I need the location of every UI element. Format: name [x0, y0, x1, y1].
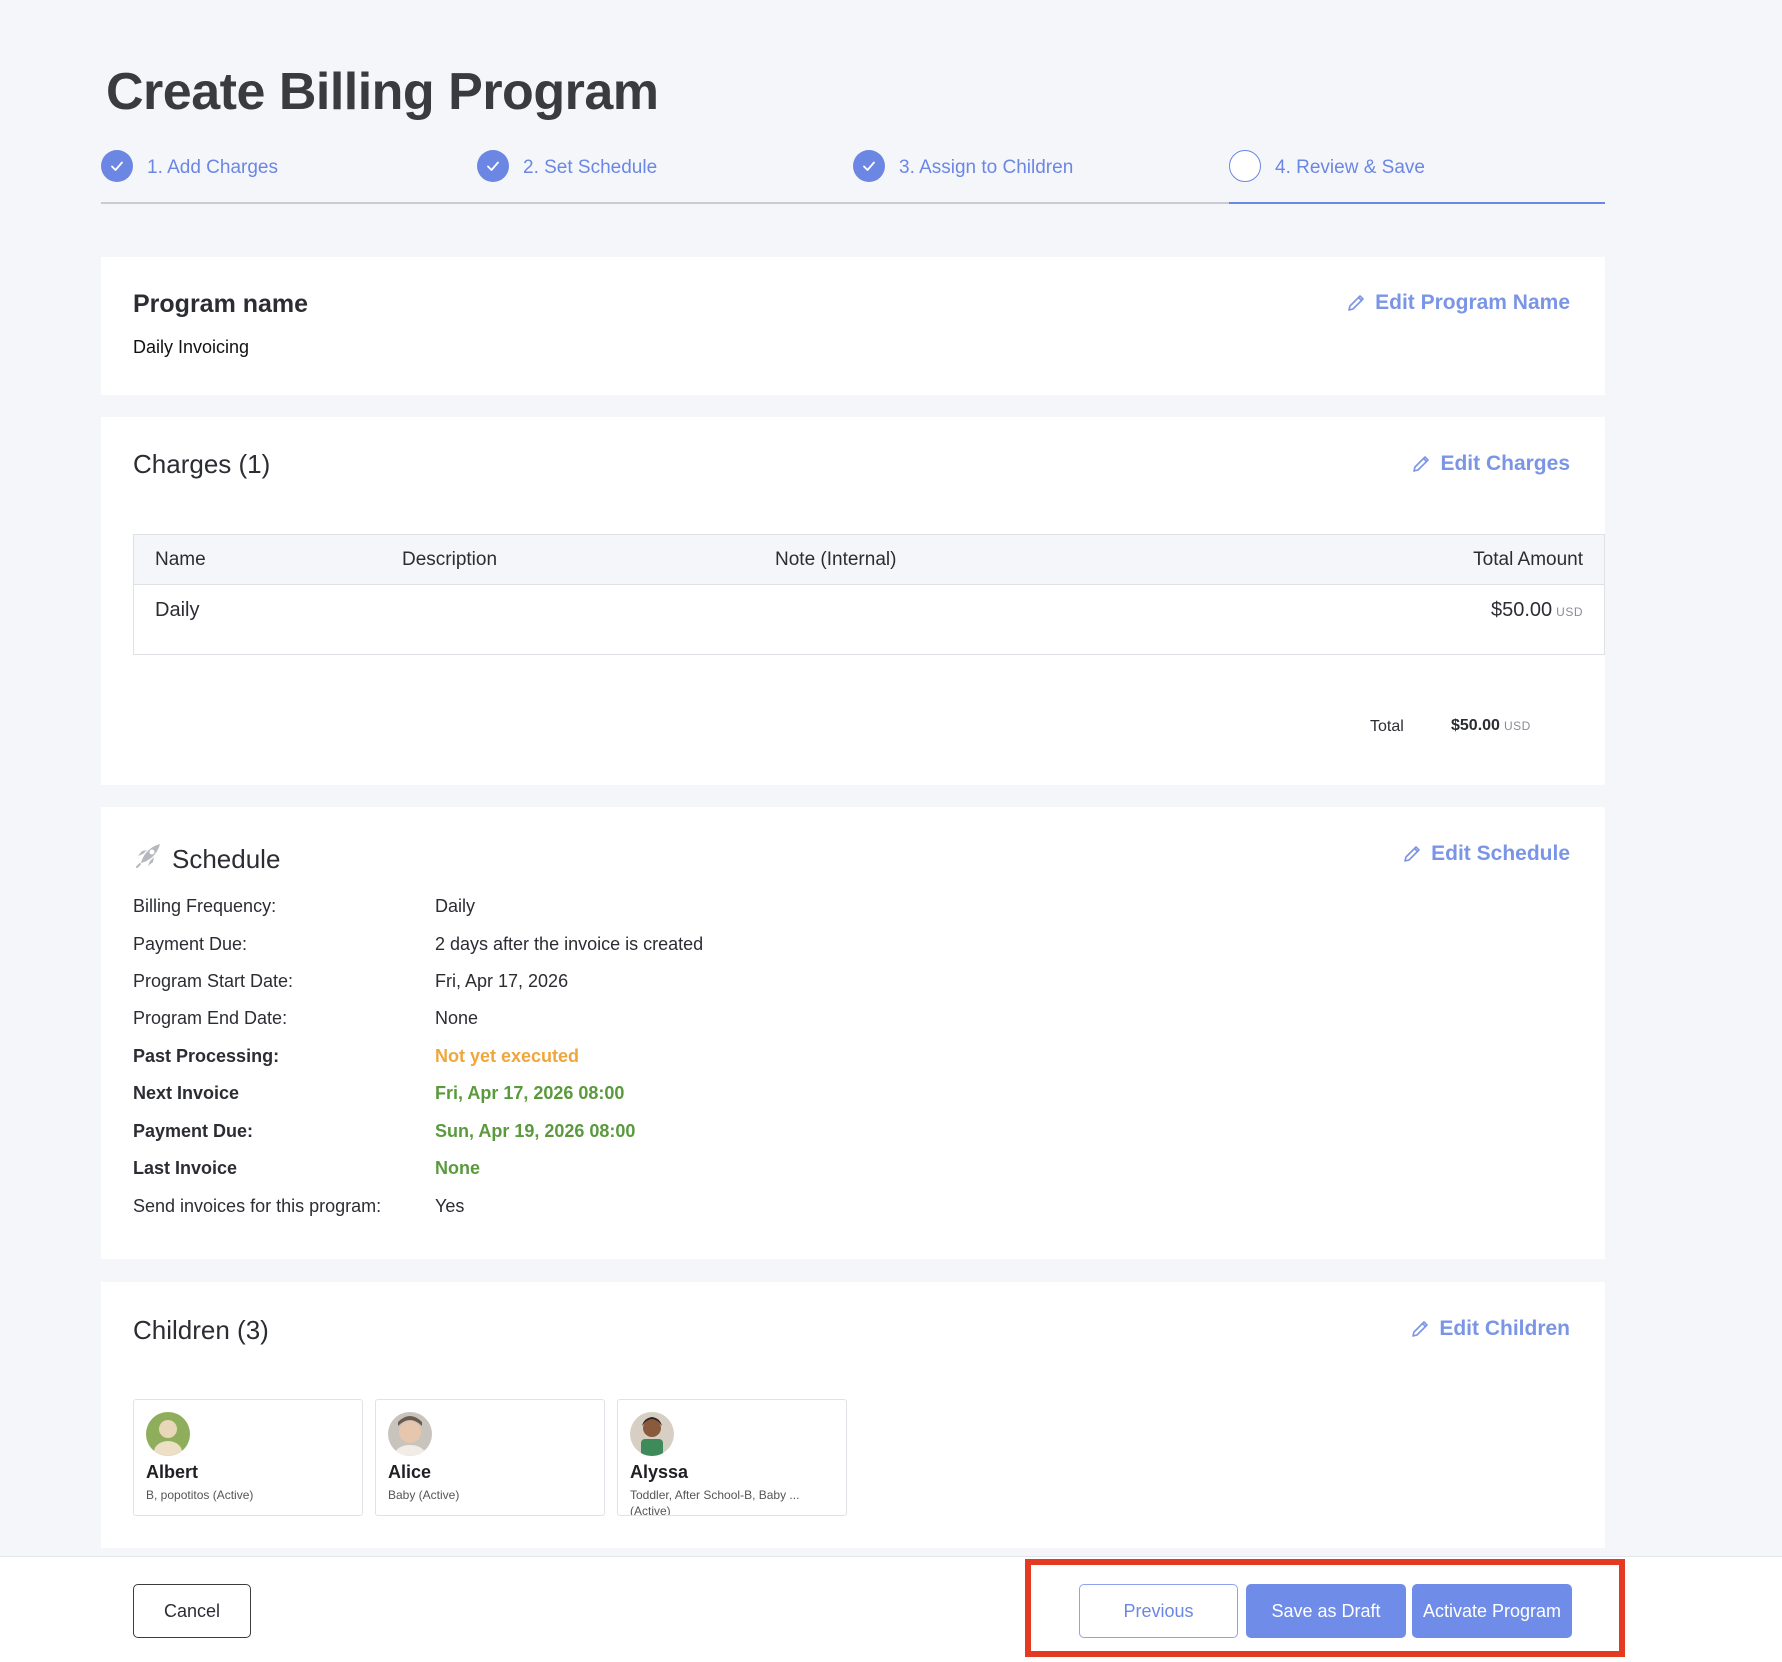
child-name: Alice: [388, 1462, 432, 1482]
step-add-charges[interactable]: 1. Add Charges: [101, 148, 477, 204]
pencil-icon: [1404, 846, 1420, 862]
program-end-date-value: None: [435, 1008, 479, 1028]
step-review-save[interactable]: 4. Review & Save: [1229, 148, 1605, 204]
billing-frequency-label: Billing Frequency:: [133, 896, 277, 916]
children-card: Children (3) Edit Children Albert B, pop…: [101, 1282, 1605, 1548]
edit-program-name-button[interactable]: Edit Program Name: [1345, 291, 1570, 315]
pencil-icon: [1412, 1321, 1429, 1337]
past-processing-value: Not yet executed: [435, 1046, 580, 1066]
step-set-schedule[interactable]: 2. Set Schedule: [477, 148, 853, 204]
avatar: [630, 1412, 674, 1456]
activate-program-button[interactable]: Activate Program: [1412, 1584, 1572, 1638]
next-invoice-value: Fri, Apr 17, 2026 08:00: [435, 1083, 625, 1103]
total-amount: $50.00: [1451, 717, 1500, 734]
children-heading: Children (3): [133, 1315, 269, 1345]
program-start-date-label: Program Start Date:: [133, 971, 294, 991]
child-name: Albert: [146, 1462, 199, 1482]
pencil-icon: [1413, 456, 1430, 472]
edit-schedule-button[interactable]: Edit Schedule: [1401, 842, 1570, 866]
past-processing-label: Past Processing:: [133, 1046, 280, 1066]
child-detail: Baby (Active): [388, 1488, 460, 1502]
program-name-card: Program name Daily Invoicing Edit Progra…: [101, 257, 1605, 395]
step-label: 3. Assign to Children: [899, 157, 1074, 178]
column-header-total-amount: Total Amount: [1473, 549, 1583, 570]
edit-charges-button[interactable]: Edit Charges: [1410, 452, 1570, 476]
program-start-date-value: Fri, Apr 17, 2026: [435, 971, 569, 991]
page-title: Create Billing Program: [106, 63, 659, 121]
edit-schedule-label: Edit Schedule: [1431, 842, 1570, 865]
avatar: [146, 1412, 190, 1456]
total-currency: USD: [1503, 719, 1531, 733]
send-invoices-value: Yes: [435, 1196, 465, 1216]
payment-due-rule-label: Payment Due:: [133, 934, 248, 954]
child-card-albert[interactable]: Albert B, popotitos (Active): [133, 1399, 363, 1516]
charge-name: Daily: [155, 599, 200, 621]
edit-charges-label: Edit Charges: [1440, 452, 1570, 475]
child-card-alyssa[interactable]: Alyssa Toddler, After School-B, Baby ...…: [617, 1399, 847, 1516]
table-header: Name Description Note (Internal) Total A…: [134, 535, 1604, 585]
check-icon: [477, 150, 509, 182]
child-name: Alyssa: [630, 1462, 689, 1482]
column-header-name: Name: [155, 549, 206, 570]
step-assign-children[interactable]: 3. Assign to Children: [853, 148, 1229, 204]
billing-frequency-value: Daily: [435, 896, 476, 916]
cancel-button[interactable]: Cancel: [133, 1584, 251, 1638]
child-detail: B, popotitos (Active): [146, 1488, 254, 1502]
charges-card: Charges (1) Edit Charges Name Descriptio…: [101, 417, 1605, 785]
child-detail: Toddler, After School-B, Baby ... (Activ…: [630, 1488, 800, 1516]
last-invoice-value: None: [435, 1158, 480, 1178]
next-invoice-label: Next Invoice: [133, 1083, 240, 1103]
check-icon: [853, 150, 885, 182]
check-icon: [101, 150, 133, 182]
step-label: 2. Set Schedule: [523, 157, 658, 178]
save-as-draft-button[interactable]: Save as Draft: [1246, 1584, 1406, 1638]
edit-children-label: Edit Children: [1439, 1317, 1570, 1340]
total-amount-cell: $50.00 USD: [1451, 717, 1531, 735]
schedule-card: Schedule Edit Schedule Billing Frequency…: [101, 807, 1605, 1259]
payment-due-value: Sun, Apr 19, 2026 08:00: [435, 1121, 636, 1141]
edit-program-name-label: Edit Program Name: [1375, 291, 1570, 314]
table-row: Daily $50.00 USD: [134, 585, 1604, 655]
charges-table: Name Description Note (Internal) Total A…: [133, 534, 1605, 655]
payment-due-rule-value: 2 days after the invoice is created: [435, 934, 704, 954]
charge-amount: $50.00: [1490, 599, 1553, 621]
step-label: 4. Review & Save: [1275, 157, 1425, 178]
column-header-description: Description: [402, 549, 498, 570]
edit-children-button[interactable]: Edit Children: [1409, 1317, 1570, 1341]
column-header-note: Note (Internal): [775, 549, 897, 570]
avatar: [388, 1412, 432, 1456]
stepper: 1. Add Charges 2. Set Schedule 3. Assign…: [101, 148, 1605, 204]
total-label: Total: [1370, 718, 1404, 735]
step-label: 1. Add Charges: [147, 157, 278, 178]
schedule-heading: Schedule: [172, 844, 281, 874]
program-name-heading: Program name: [133, 290, 309, 318]
charge-amount-cell: $50.00 USD: [1491, 599, 1583, 622]
pencil-icon: [1348, 295, 1364, 311]
charges-heading: Charges (1): [133, 449, 271, 479]
charge-currency: USD: [1556, 605, 1583, 619]
action-footer: Cancel Previous Save as Draft Activate P…: [0, 1556, 1782, 1662]
rocket-icon: [135, 841, 163, 869]
program-name-value: Daily Invoicing: [133, 337, 250, 357]
child-card-alice[interactable]: Alice Baby (Active): [375, 1399, 605, 1516]
payment-due-label: Payment Due:: [133, 1121, 254, 1141]
previous-button[interactable]: Previous: [1079, 1584, 1238, 1638]
empty-circle-icon: [1229, 150, 1261, 182]
send-invoices-label: Send invoices for this program:: [133, 1196, 382, 1216]
last-invoice-label: Last Invoice: [133, 1158, 238, 1178]
program-end-date-label: Program End Date:: [133, 1008, 288, 1028]
